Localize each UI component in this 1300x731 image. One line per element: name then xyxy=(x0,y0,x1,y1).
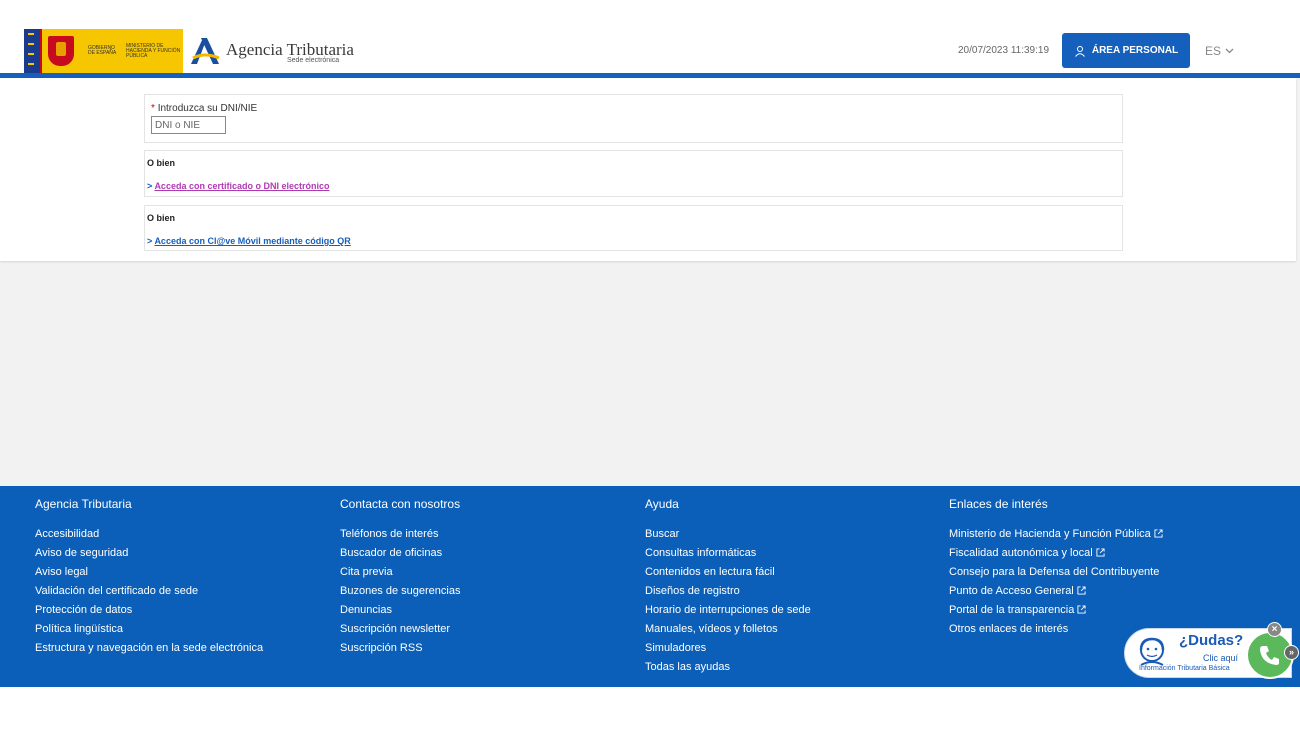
footer-link-external[interactable]: Ministerio de Hacienda y Función Pública xyxy=(949,525,1163,544)
dudas-title: ¿Dudas? xyxy=(1179,632,1244,649)
footer-link[interactable]: Horario de interrupciones de sede xyxy=(645,601,811,620)
phone-icon xyxy=(1260,646,1279,665)
clave-option-box: O bien > Acceda con Cl@ve Móvil mediante… xyxy=(144,205,1123,251)
dudas-cta: Clic aquí xyxy=(1203,653,1239,663)
chevron-right-icon[interactable]: » xyxy=(1284,645,1299,660)
footer-link[interactable]: Manuales, vídeos y folletos xyxy=(645,620,811,639)
gov-text: Gobierno de España xyxy=(88,45,117,56)
footer-column-title: Enlaces de interés xyxy=(949,497,1048,511)
footer-link[interactable]: Suscripción newsletter xyxy=(340,620,460,639)
chevron-down-icon xyxy=(1225,48,1234,54)
coat-of-arms-icon xyxy=(48,36,74,66)
link-prefix: > xyxy=(147,181,153,191)
footer-link[interactable]: Simuladores xyxy=(645,639,811,658)
footer-link[interactable]: Validación del certificado de sede xyxy=(35,582,263,601)
footer-column-agencia: Agencia Tributaria Accesibilidad Aviso d… xyxy=(35,497,263,658)
footer-link[interactable]: Consejo para la Defensa del Contribuyent… xyxy=(949,563,1163,582)
footer-link[interactable]: Estructura y navegación en la sede elect… xyxy=(35,639,263,658)
close-icon[interactable]: × xyxy=(1267,622,1282,637)
footer-link[interactable]: Cita previa xyxy=(340,563,460,582)
footer-link[interactable]: Aviso de seguridad xyxy=(35,544,263,563)
footer-link[interactable]: Buscador de oficinas xyxy=(340,544,460,563)
footer-link[interactable]: Buscar xyxy=(645,525,811,544)
footer-link[interactable]: Contenidos en lectura fácil xyxy=(645,563,811,582)
footer-link[interactable]: Denuncias xyxy=(340,601,460,620)
footer-column-ayuda: Ayuda Buscar Consultas informáticas Cont… xyxy=(645,497,811,677)
footer-link[interactable]: Política lingüística xyxy=(35,620,263,639)
ministry-text: Ministerio de Hacienda y Función Pública xyxy=(126,42,181,59)
flag-icon xyxy=(24,29,40,73)
alternative-heading: O bien xyxy=(147,158,176,168)
session-datetime: 20/07/2023 11:39:19 xyxy=(958,45,1050,56)
language-selector[interactable]: ES xyxy=(1205,44,1234,58)
footer-link-text: Fiscalidad autonómica y local xyxy=(949,547,1093,559)
user-icon xyxy=(1074,45,1085,57)
footer-link[interactable]: Suscripción RSS xyxy=(340,639,460,658)
footer-column-title: Agencia Tributaria xyxy=(35,497,132,511)
dni-label: * Introduzca su DNI/NIE xyxy=(151,103,257,114)
assistant-headset-icon xyxy=(1139,637,1165,666)
external-link-icon xyxy=(1077,605,1086,614)
link-prefix: > xyxy=(147,236,153,246)
footer-link-text: Ministerio de Hacienda y Función Pública xyxy=(949,528,1151,540)
footer-link[interactable]: Teléfonos de interés xyxy=(340,525,460,544)
footer-link[interactable]: Consultas informáticas xyxy=(645,544,811,563)
footer-column-contacto: Contacta con nosotros Teléfonos de inter… xyxy=(340,497,460,658)
footer-link-text: Portal de la transparencia xyxy=(949,604,1075,616)
area-personal-button[interactable]: ÁREA PERSONAL xyxy=(1062,33,1190,68)
footer-column-title: Contacta con nosotros xyxy=(340,497,461,511)
footer-link[interactable]: Protección de datos xyxy=(35,601,263,620)
clave-link-row: > Acceda con Cl@ve Móvil mediante código… xyxy=(147,236,351,246)
clave-movil-qr-link[interactable]: Acceda con Cl@ve Móvil mediante código Q… xyxy=(154,236,350,246)
footer-link[interactable]: Accesibilidad xyxy=(35,525,263,544)
footer-link-external[interactable]: Punto de Acceso General xyxy=(949,582,1163,601)
dudas-subtitle: Información Tributaria Básica xyxy=(1139,665,1230,672)
footer-link[interactable]: Todas las ayudas xyxy=(645,658,811,677)
external-link-icon xyxy=(1096,548,1105,557)
language-label: ES xyxy=(1205,44,1222,58)
required-marker: * xyxy=(151,103,155,114)
brand-subtitle: Sede electrónica xyxy=(287,57,340,64)
certificate-dni-link[interactable]: Acceda con certificado o DNI electrónico xyxy=(154,181,329,191)
dni-form-box: * Introduzca su DNI/NIE xyxy=(144,94,1123,143)
area-personal-label: ÁREA PERSONAL xyxy=(1091,45,1179,56)
dni-input[interactable] xyxy=(151,116,226,134)
footer-link[interactable]: Buzones de sugerencias xyxy=(340,582,460,601)
certificate-option-box: O bien > Acceda con certificado o DNI el… xyxy=(144,150,1123,197)
site-footer: Agencia Tributaria Accesibilidad Aviso d… xyxy=(0,486,1300,687)
alternative-heading: O bien xyxy=(147,213,176,223)
footer-link[interactable]: Diseños de registro xyxy=(645,582,811,601)
footer-column-title: Ayuda xyxy=(645,497,679,511)
agencia-tributaria-logo-icon[interactable] xyxy=(189,36,221,66)
dni-label-text: Introduzca su DNI/NIE xyxy=(157,103,258,114)
government-logo[interactable]: Gobierno de España Ministerio de Haciend… xyxy=(24,29,183,73)
external-link-icon xyxy=(1077,586,1086,595)
footer-column-enlaces: Enlaces de interés Ministerio de Haciend… xyxy=(949,497,1163,639)
footer-link[interactable]: Aviso legal xyxy=(35,563,263,582)
footer-link-text: Punto de Acceso General xyxy=(949,585,1074,597)
footer-link-external[interactable]: Fiscalidad autonómica y local xyxy=(949,544,1163,563)
external-link-icon xyxy=(1154,529,1163,538)
site-header: Gobierno de España Ministerio de Haciend… xyxy=(0,0,1300,73)
footer-link-external[interactable]: Portal de la transparencia xyxy=(949,601,1163,620)
certificate-link-row: > Acceda con certificado o DNI electróni… xyxy=(147,181,330,191)
